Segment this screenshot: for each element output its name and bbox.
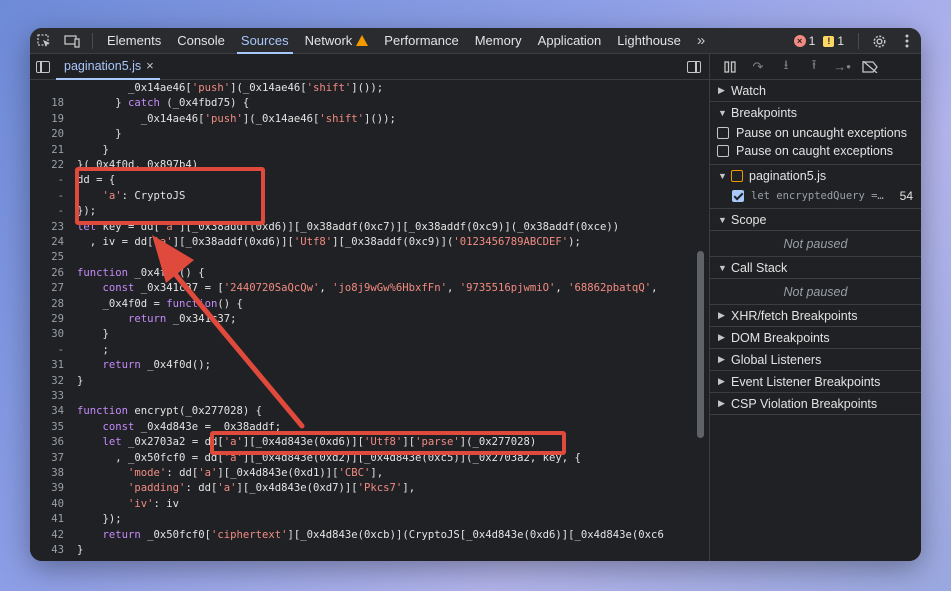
chevron-right-icon: ▶ [718,310,725,320]
chevron-right-icon: ▶ [718,85,725,95]
chevron-right-icon: ▶ [718,398,725,408]
section-breakpoints-label: Breakpoints [731,106,798,120]
step-out-icon[interactable]: ⭱ [800,54,828,80]
chevron-down-icon: ▼ [718,171,727,181]
devtools-window: Elements Console Sources Network Perform… [30,28,921,561]
step-into-icon[interactable]: ⭳ [772,54,800,80]
debugger-toolbar: ↷ ⭳ ⭱ →• [710,54,921,80]
chevron-down-icon: ▼ [718,108,727,118]
section-event-label: Event Listener Breakpoints [731,374,881,389]
pause-uncaught-label: Pause on uncaught exceptions [736,126,907,140]
deactivate-breakpoints-icon[interactable] [856,54,884,80]
section-xhr-breakpoints[interactable]: ▶ XHR/fetch Breakpoints [710,305,921,327]
section-scope[interactable]: ▼ Scope [710,209,921,231]
chevron-right-icon: ▶ [718,376,725,386]
section-call-stack-label: Call Stack [731,260,788,275]
section-watch[interactable]: ▶ Watch [710,80,921,102]
section-call-stack[interactable]: ▼ Call Stack [710,257,921,279]
section-watch-label: Watch [731,83,766,98]
section-dom-label: DOM Breakpoints [731,330,830,345]
chevron-down-icon: ▼ [718,262,727,273]
step-icon[interactable]: →• [828,54,856,80]
section-breakpoints[interactable]: ▼ Breakpoints [710,102,921,124]
step-over-icon[interactable]: ↷ [744,54,772,80]
section-dom-breakpoints[interactable]: ▶ DOM Breakpoints [710,327,921,349]
breakpoint-line-number: 54 [899,189,913,203]
section-csp-breakpoints[interactable]: ▶ CSP Violation Breakpoints [710,393,921,415]
pause-caught-label: Pause on caught exceptions [736,144,894,158]
scope-status: Not paused [710,231,921,257]
section-xhr-label: XHR/fetch Breakpoints [731,308,858,323]
chevron-right-icon: ▶ [718,332,725,342]
breakpoint-code: let encryptedQuery =… [751,190,884,202]
pause-uncaught-option[interactable]: Pause on uncaught exceptions [716,124,921,142]
breakpoint-file-row[interactable]: ▼ pagination5.js [716,165,921,187]
js-file-icon [731,170,743,182]
pause-caught-checkbox[interactable] [717,145,729,157]
pause-caught-option[interactable]: Pause on caught exceptions [716,142,921,160]
chevron-right-icon: ▶ [718,354,725,364]
section-global-label: Global Listeners [731,352,822,367]
breakpoint-checkbox[interactable] [732,190,744,202]
section-global-listeners[interactable]: ▶ Global Listeners [710,349,921,371]
section-csp-label: CSP Violation Breakpoints [731,396,878,411]
debugger-sidebar: ↷ ⭳ ⭱ →• ▶ Watch ▼ Breakpoints Pause on … [709,54,921,561]
section-event-listener-breakpoints[interactable]: ▶ Event Listener Breakpoints [710,371,921,393]
breakpoints-body: Pause on uncaught exceptions Pause on ca… [710,124,921,165]
pause-resume-icon[interactable] [716,54,744,80]
chevron-down-icon: ▼ [718,214,727,225]
section-scope-label: Scope [731,212,767,227]
breakpoint-entry[interactable]: let encryptedQuery =… 54 [716,187,921,205]
breakpoint-list: ▼ pagination5.js let encryptedQuery =… 5… [710,165,921,209]
pause-uncaught-checkbox[interactable] [717,127,729,139]
call-stack-status: Not paused [710,279,921,305]
breakpoint-file-name: pagination5.js [749,169,827,183]
